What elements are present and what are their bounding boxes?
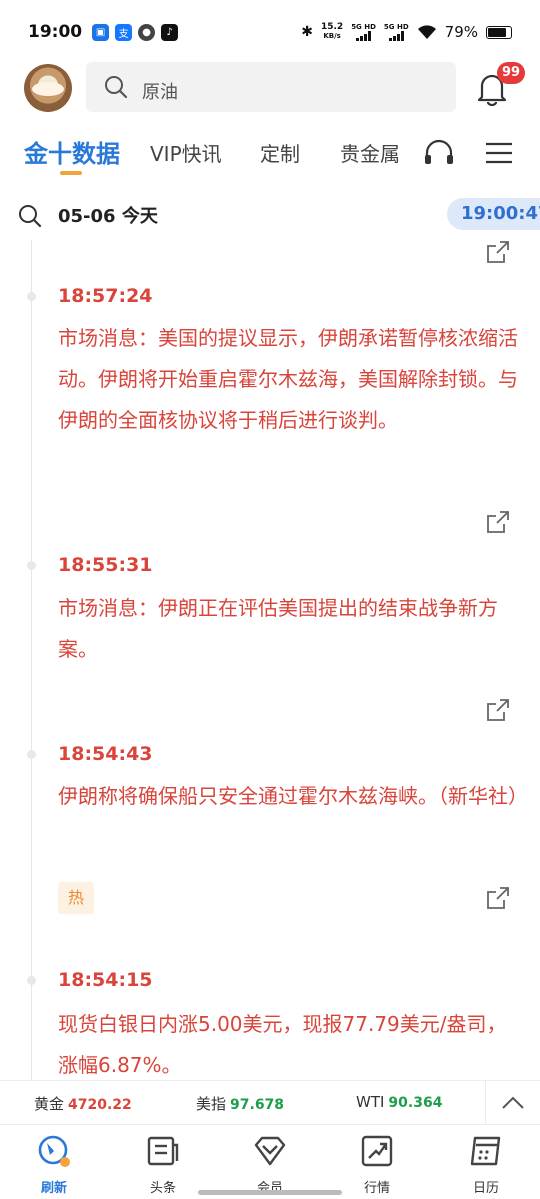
share-icon[interactable] xyxy=(486,240,510,264)
notification-badge: 99 xyxy=(497,62,526,84)
tab-custom[interactable]: 定制 xyxy=(260,138,300,167)
headline-icon xyxy=(147,1136,179,1166)
date-label[interactable]: 05-06 今天 xyxy=(58,202,158,228)
status-bar: 19:00 ▣ 支 ● ♪ ✱ 15.2 KB/s 5G HD 5G HD 79… xyxy=(0,0,540,64)
nav-market[interactable]: 行情 xyxy=(337,1133,417,1196)
alipay-icon: 支 xyxy=(115,23,133,41)
signal-1-label: 5G HD xyxy=(351,23,376,31)
ticker-gold-label: 黄金 xyxy=(34,1095,65,1113)
ticker-wti-value: 90.364 xyxy=(388,1095,443,1111)
home-indicator[interactable] xyxy=(198,1190,342,1195)
nav-label: 刷新 xyxy=(40,1181,67,1196)
message-icon: ● xyxy=(138,23,156,41)
app-notification-icon: ▣ xyxy=(92,23,110,41)
net-speed: 15.2 KB/s xyxy=(321,23,343,41)
ticker-usd-index[interactable]: 美指 97.678 xyxy=(196,1093,284,1114)
search-icon[interactable] xyxy=(18,204,42,228)
ticker-gold[interactable]: 黄金 4720.22 xyxy=(34,1093,132,1114)
bottom-nav: 刷新 头条 会员 行情 日历 xyxy=(0,1124,540,1199)
news-text: 现货白银日内涨5.00美元，现报77.79美元/盎司，涨幅6.87%。 xyxy=(58,1012,507,1077)
news-text: 市场消息：伊朗正在评估美国提出的结束战争新方案。 xyxy=(58,596,498,661)
signal-2-icon: 5G HD xyxy=(384,23,409,41)
timeline-dot xyxy=(27,292,36,301)
status-time: 19:00 xyxy=(28,22,83,42)
wifi-icon xyxy=(417,24,436,39)
net-speed-value: 15.2 xyxy=(320,22,344,32)
member-icon xyxy=(254,1136,286,1166)
tiktok-icon: ♪ xyxy=(161,23,179,41)
bluetooth-icon: ✱ xyxy=(301,24,313,40)
timeline-line xyxy=(31,240,32,1080)
battery-percent: 79% xyxy=(444,23,478,41)
ticker-usd-value: 97.678 xyxy=(230,1097,285,1113)
search-icon xyxy=(105,76,128,99)
share-icon[interactable] xyxy=(486,510,510,534)
news-time: 18:54:43 xyxy=(58,743,153,765)
timeline-dot xyxy=(27,750,36,759)
share-icon[interactable] xyxy=(486,886,510,910)
news-time: 18:57:24 xyxy=(58,285,153,307)
nav-label: 头条 xyxy=(149,1181,176,1196)
nav-headlines[interactable]: 头条 xyxy=(123,1133,203,1196)
nav-label: 行情 xyxy=(363,1181,390,1196)
news-time: 18:55:31 xyxy=(58,554,153,576)
nav-member[interactable]: 会员 xyxy=(230,1133,310,1196)
search-input[interactable]: 原油 xyxy=(86,62,456,112)
tab-jin10-data[interactable]: 金十数据 xyxy=(24,134,120,169)
ticker-usd-label: 美指 xyxy=(196,1095,227,1113)
chevron-up-icon xyxy=(502,1096,524,1109)
market-ticker[interactable]: 黄金 4720.22 美指 97.678 WTI 90.364 xyxy=(0,1080,540,1125)
nav-label: 日历 xyxy=(472,1181,499,1196)
ticker-wti[interactable]: WTI 90.364 xyxy=(356,1093,442,1111)
tab-vip-flash[interactable]: VIP快讯 xyxy=(150,138,222,167)
header: 原油 99 xyxy=(0,62,540,116)
signal-2-label: 5G HD xyxy=(383,23,409,31)
news-text: 市场消息：美国的提议显示，伊朗承诺暂停核浓缩活动。伊朗将开始重启霍尔木兹海，美国… xyxy=(58,326,518,432)
headset-icon[interactable] xyxy=(424,138,454,166)
timeline-dot xyxy=(27,976,36,985)
share-icon[interactable] xyxy=(486,698,510,722)
net-speed-unit: KB/s xyxy=(323,32,341,40)
hot-tag: 热 xyxy=(58,882,94,914)
status-right: ✱ 15.2 KB/s 5G HD 5G HD 79% xyxy=(301,23,512,41)
menu-icon[interactable] xyxy=(486,142,512,164)
status-app-icons: ▣ 支 ● ♪ xyxy=(92,23,179,41)
market-icon xyxy=(361,1135,393,1167)
date-bar: 05-06 今天 19:00:47 xyxy=(0,190,540,240)
ticker-gold-value: 4720.22 xyxy=(68,1097,132,1113)
signal-1-icon: 5G HD xyxy=(351,23,376,41)
news-text: 伊朗称将确保船只安全通过霍尔木兹海峡。（新华社） xyxy=(58,784,528,808)
refresh-icon xyxy=(38,1135,70,1167)
battery-icon xyxy=(486,25,512,39)
nav-calendar[interactable]: 日历 xyxy=(446,1133,526,1196)
tab-bar: 金十数据 VIP快讯 定制 贵金属 xyxy=(0,130,540,180)
expand-ticker-button[interactable] xyxy=(485,1081,540,1125)
nav-refresh[interactable]: 刷新 xyxy=(14,1133,94,1196)
avatar[interactable] xyxy=(24,64,72,112)
timeline-dot xyxy=(27,561,36,570)
calendar-icon xyxy=(470,1136,501,1166)
ticker-wti-label: WTI xyxy=(356,1093,385,1111)
tab-precious-metals[interactable]: 贵金属 xyxy=(340,138,400,167)
search-placeholder: 原油 xyxy=(142,82,178,103)
tab-active-indicator xyxy=(60,171,82,175)
news-time: 18:54:15 xyxy=(58,969,153,991)
clock-pill: 19:00:47 xyxy=(447,198,540,230)
